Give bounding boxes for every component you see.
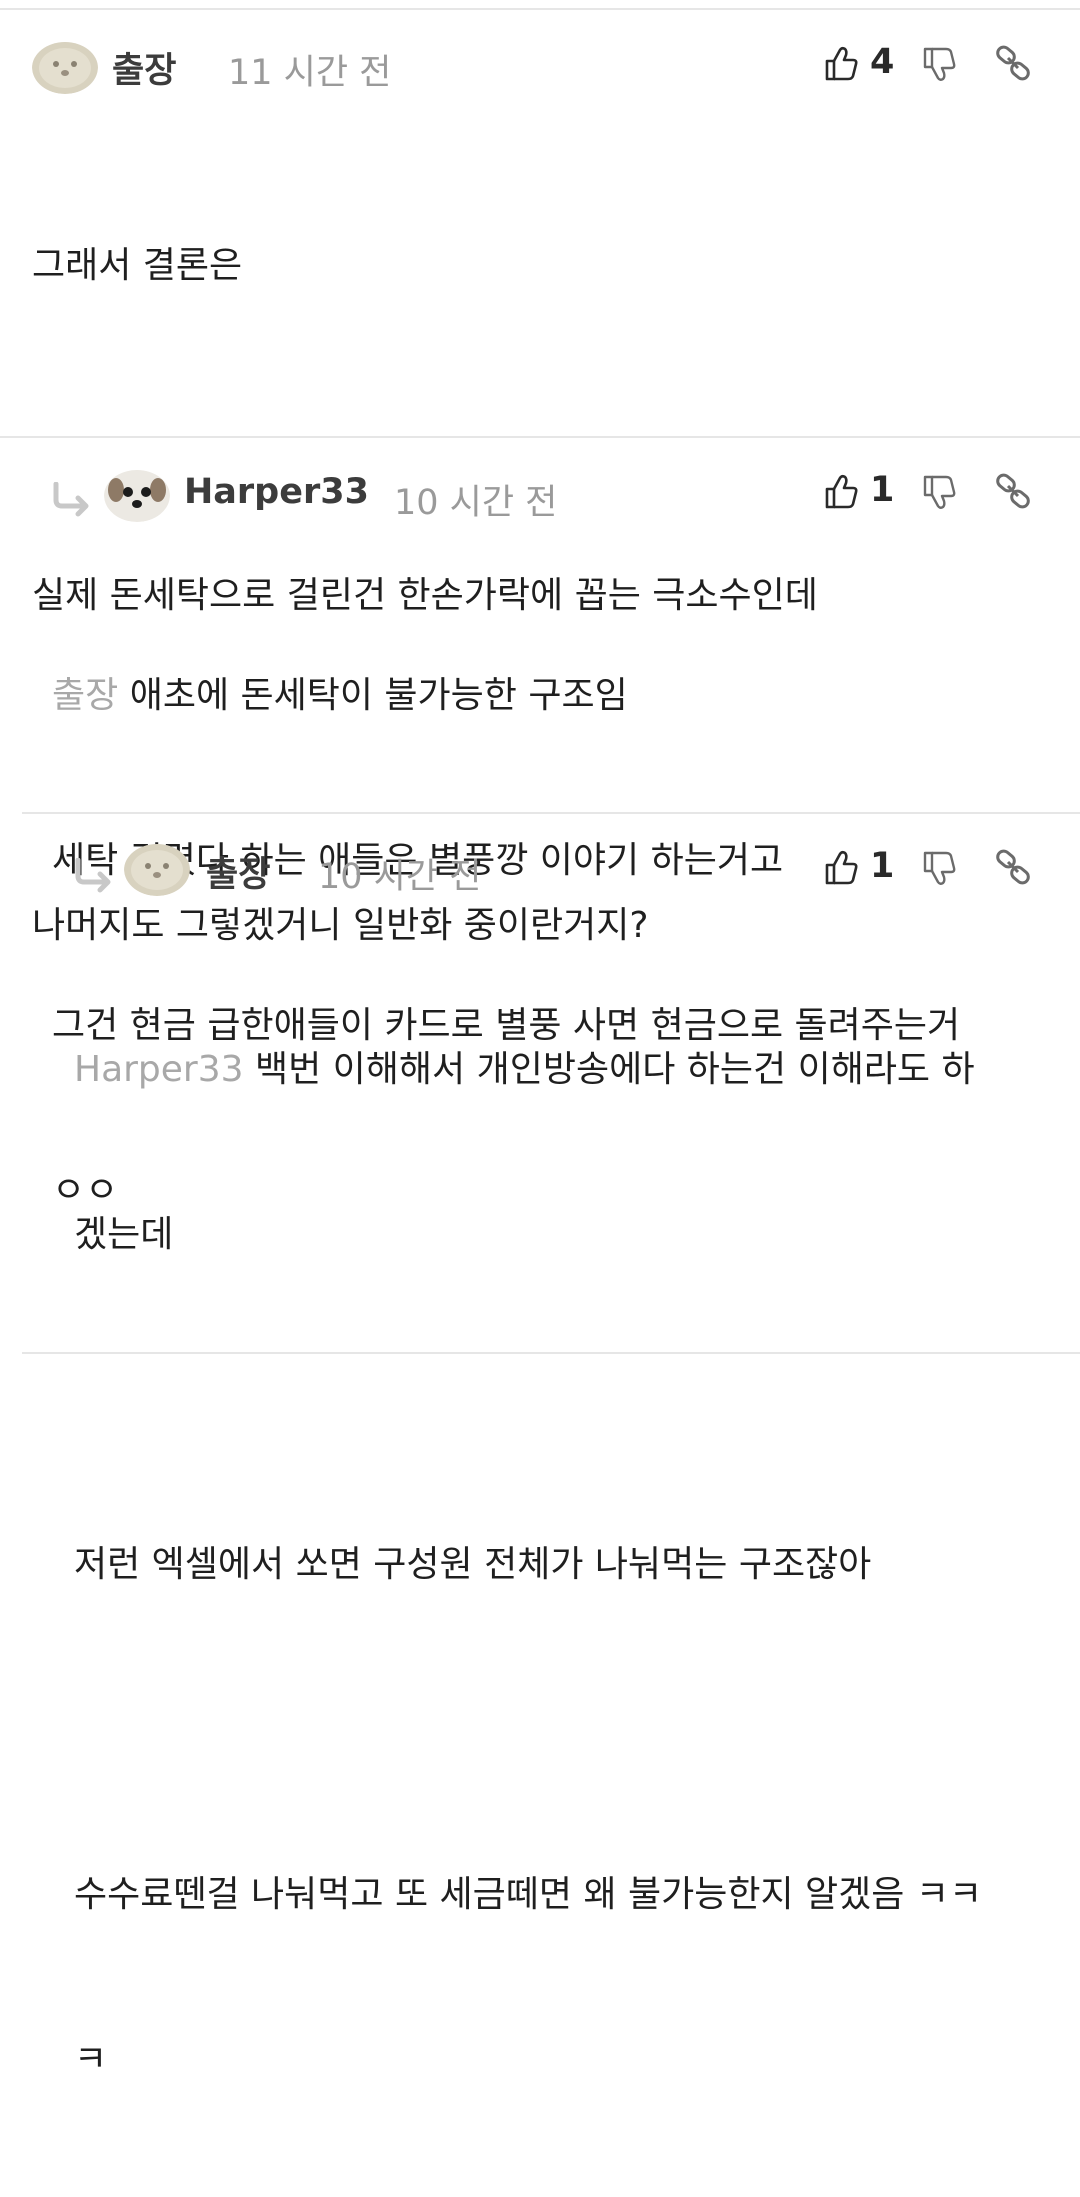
timestamp: 10 시간 전: [318, 857, 482, 897]
comment-actions: 1: [824, 844, 1044, 894]
link-button[interactable]: [994, 848, 1034, 888]
like-button[interactable]: 1: [824, 844, 904, 894]
timestamp: 11 시간 전: [228, 53, 392, 93]
thumbs-up-icon: [825, 850, 858, 885]
reply-comment: Harper33 10 시간 전 1 출장 애초에 돈세탁이 불가능한 구조임 …: [0, 438, 1080, 1211]
reply-arrow-icon: [53, 482, 89, 517]
comment-header: 출장 11 시간 전 4: [0, 32, 1080, 102]
comment-text: 백번 이해해서 개인방송에다 하는건 이해라도 하: [255, 1049, 975, 1090]
dog-avatar-icon: [124, 844, 190, 896]
username[interactable]: Harper33: [184, 472, 369, 512]
avatar[interactable]: [104, 468, 170, 522]
timestamp: 10 시간 전: [394, 483, 558, 523]
comment-text: 애초에 돈세탁이 불가능한 구조임: [129, 675, 628, 716]
dislike-button[interactable]: [922, 474, 958, 514]
link-icon: [996, 473, 1030, 509]
dog-avatar-icon: [104, 470, 170, 522]
mention-link[interactable]: 출장: [52, 675, 118, 716]
dislike-button[interactable]: [922, 850, 958, 890]
like-button[interactable]: 4: [824, 40, 904, 90]
avatar[interactable]: [32, 40, 98, 94]
username[interactable]: 출장: [112, 42, 176, 93]
thumbs-up-icon: [825, 46, 858, 81]
like-count: 4: [870, 42, 895, 82]
comment-line: [74, 1372, 1054, 1427]
like-button[interactable]: 1: [824, 468, 904, 518]
comment-line: [74, 1702, 1054, 1757]
comment: 출장 11 시간 전 4 그래서 결론은 실제 돈세탁으로 걸린건 한손가락에 …: [0, 10, 1080, 946]
divider-bottom: [22, 1352, 1080, 1354]
comment-actions: 1: [824, 468, 1044, 518]
thumbs-down-icon: [923, 851, 956, 885]
comment-line: 저런 엑셀에서 쏘면 구성원 전체가 나눠먹는 구조잖아: [74, 1544, 872, 1585]
thumbs-up-icon: [825, 474, 858, 509]
comment-line: 그래서 결론은: [32, 245, 243, 286]
mention-link[interactable]: Harper33: [74, 1049, 244, 1090]
link-button[interactable]: [994, 472, 1034, 512]
comment-body: Harper33 백번 이해해서 개인방송에다 하는건 이해라도 하 겠는데 저…: [74, 932, 1054, 2197]
comment-line: Harper33 백번 이해해서 개인방송에다 하는건 이해라도 하: [74, 1042, 1054, 1097]
username[interactable]: 출장: [206, 846, 270, 897]
dog-avatar-icon: [32, 42, 98, 94]
reply-comment: 출장 10 시간 전 1 Harper33 백번 이해해서 개인방송에다 하는건…: [0, 814, 1080, 2080]
dislike-button[interactable]: [922, 46, 958, 86]
comment-line: ㅋ: [74, 2039, 108, 2080]
like-count: 1: [870, 846, 895, 886]
comment-header: 출장 10 시간 전 1: [0, 836, 1080, 906]
comment-line: 출장 애초에 돈세탁이 불가능한 구조임: [52, 668, 1047, 723]
link-icon: [996, 45, 1030, 81]
comment-header: Harper33 10 시간 전 1: [0, 460, 1080, 530]
link-icon: [996, 849, 1030, 885]
comment-actions: 4: [824, 40, 1044, 90]
thumbs-down-icon: [923, 475, 956, 509]
thumbs-down-icon: [923, 47, 956, 81]
comment-line: 겠는데: [74, 1214, 174, 1255]
link-button[interactable]: [994, 44, 1034, 84]
comment-line: 수수료뗀걸 나눠먹고 또 세금떼면 왜 불가능한지 알겠음 ㅋㅋ: [74, 1874, 983, 1915]
reply-arrow-icon: [75, 858, 111, 893]
avatar[interactable]: [124, 842, 190, 896]
like-count: 1: [870, 470, 895, 510]
